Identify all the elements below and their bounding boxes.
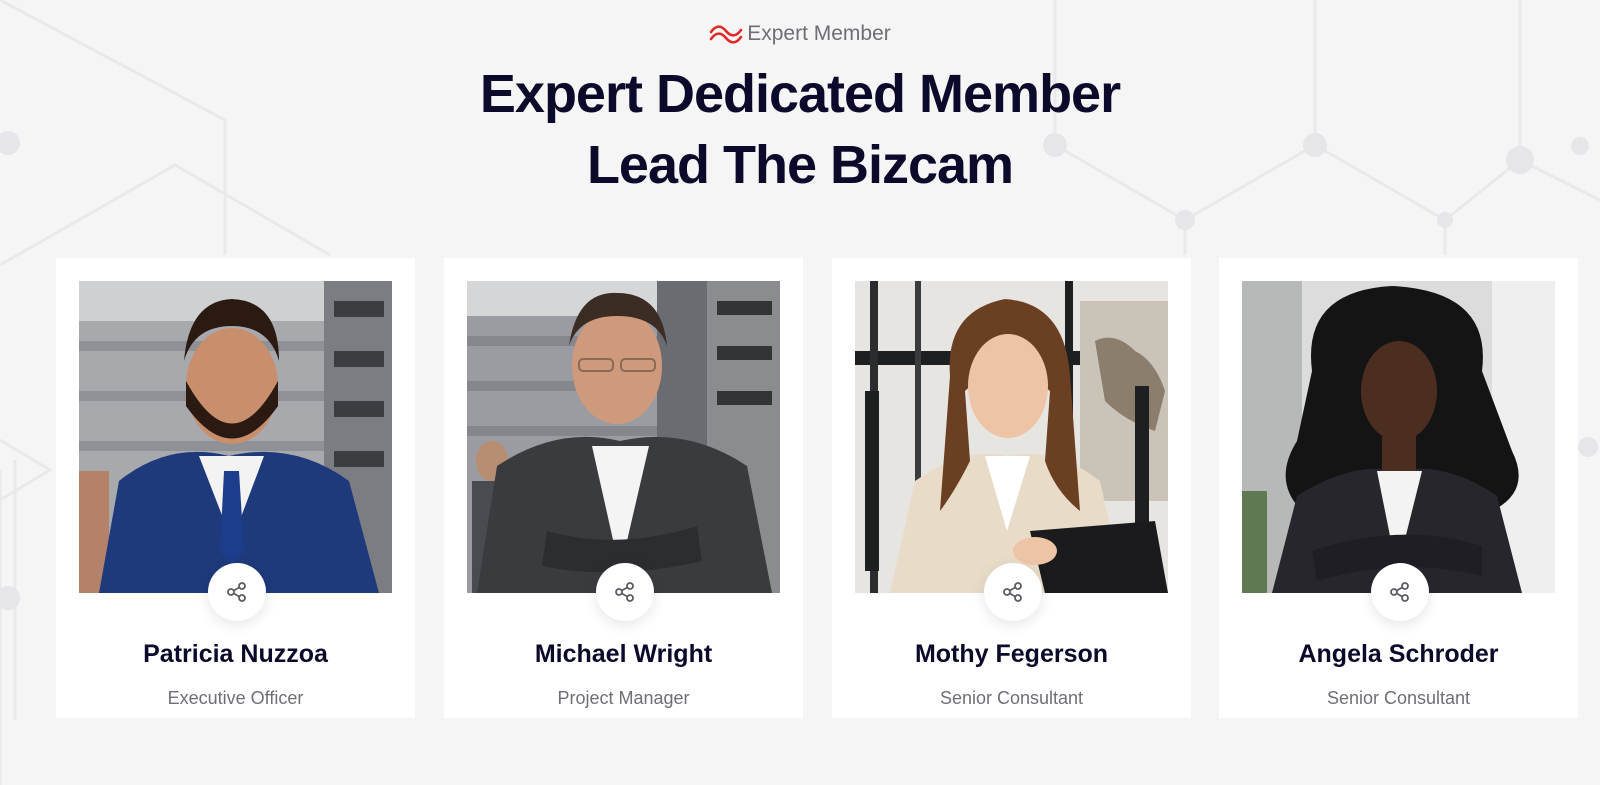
section-header: Expert Member Expert Dedicated Member Le… [0,18,1600,201]
team-section: Expert Member Expert Dedicated Member Le… [0,0,1600,785]
share-button[interactable] [208,563,266,621]
woman-with-clipboard-portrait [855,281,1168,593]
member-photo [79,281,392,593]
member-name: Angela Schroder [1298,640,1499,668]
team-card: Michael Wright Project Manager [444,258,803,718]
share-icon [1003,582,1022,602]
team-card-list: Patricia Nuzzoa Executive Officer Michae… [56,258,1578,718]
section-title: Expert Dedicated Member Lead The Bizcam [0,59,1600,201]
team-card: Angela Schroder Senior Consultant [1219,258,1578,718]
section-title-line-1: Expert Dedicated Member [479,64,1121,124]
member-photo [1242,281,1555,593]
section-title-line-2: Lead The Bizcam [586,135,1014,195]
team-card: Patricia Nuzzoa Executive Officer [56,258,415,718]
member-role: Project Manager [557,688,690,708]
member-name: Patricia Nuzzoa [143,640,328,668]
member-photo [855,281,1168,593]
share-icon [1390,582,1409,602]
wave-icon [709,25,743,44]
member-name: Michael Wright [534,640,713,668]
man-in-blue-suit-portrait [79,281,392,593]
member-photo [467,281,780,593]
man-in-grey-blazer-portrait [467,281,780,593]
member-name: Mothy Fegerson [914,640,1109,668]
team-card: Mothy Fegerson Senior Consultant [832,258,1191,718]
member-role: Executive Officer [167,688,304,708]
member-role: Senior Consultant [1326,688,1471,708]
share-icon [227,582,246,602]
share-button[interactable] [596,563,654,621]
share-button[interactable] [1371,563,1429,621]
woman-in-dark-blazer-portrait [1242,281,1555,593]
member-role: Senior Consultant [939,688,1084,708]
share-icon [615,582,634,602]
share-button[interactable] [984,563,1042,621]
eyebrow-label: Expert Member [747,22,891,45]
section-eyebrow: Expert Member [709,18,891,50]
